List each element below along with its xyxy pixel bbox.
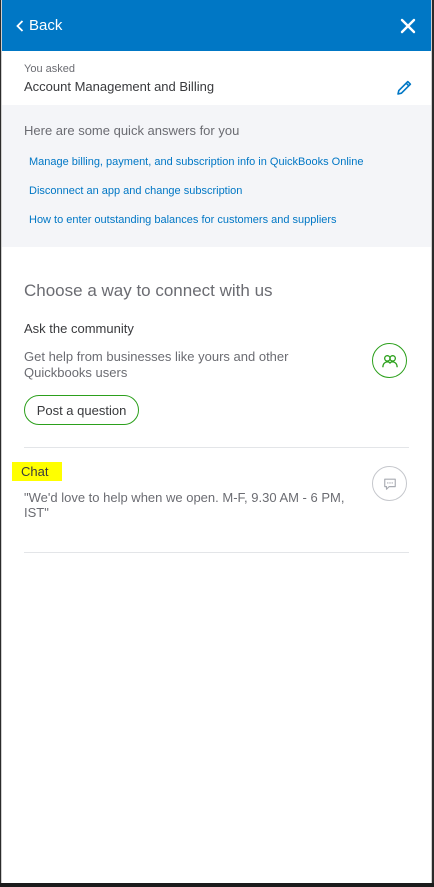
community-title: Ask the community [24, 321, 134, 336]
community-people-icon[interactable] [372, 343, 407, 378]
connect-title: Choose a way to connect with us [24, 281, 273, 300]
back-label: Back [29, 17, 63, 34]
connect-section: Choose a way to connect with us Ask the … [2, 281, 431, 553]
chat-hours: "We'd love to help when we open. M-F, 9.… [24, 490, 345, 520]
back-button[interactable]: Back [16, 17, 62, 34]
asked-section: You asked Account Management and Billing [2, 51, 431, 105]
quick-answer-link[interactable]: Manage billing, payment, and subscriptio… [29, 155, 409, 184]
panel-header: Back [2, 0, 431, 51]
close-icon[interactable] [399, 17, 417, 35]
help-panel: Back You asked Account Management and Bi… [1, 0, 432, 883]
community-description: Get help from businesses like yours and … [24, 349, 289, 380]
pencil-icon[interactable] [396, 79, 413, 96]
chat-option: Chat "We'd love to help when we open. M-… [12, 448, 409, 553]
post-question-button[interactable]: Post a question [24, 395, 139, 425]
window-bottom-edge [0, 883, 434, 887]
asked-question: Account Management and Billing [24, 79, 215, 94]
chat-bubble-icon [372, 466, 407, 501]
quick-answer-link[interactable]: Disconnect an app and change subscriptio… [29, 184, 409, 213]
quick-answer-link[interactable]: How to enter outstanding balances for cu… [29, 213, 409, 242]
quick-answers: Here are some quick answers for you Mana… [2, 105, 431, 247]
community-option: Ask the community Get help from business… [24, 321, 409, 448]
asked-label: You asked [24, 63, 75, 75]
quick-answers-title: Here are some quick answers for you [24, 123, 240, 138]
chevron-left-icon [16, 19, 24, 32]
chat-title: Chat [12, 462, 63, 481]
